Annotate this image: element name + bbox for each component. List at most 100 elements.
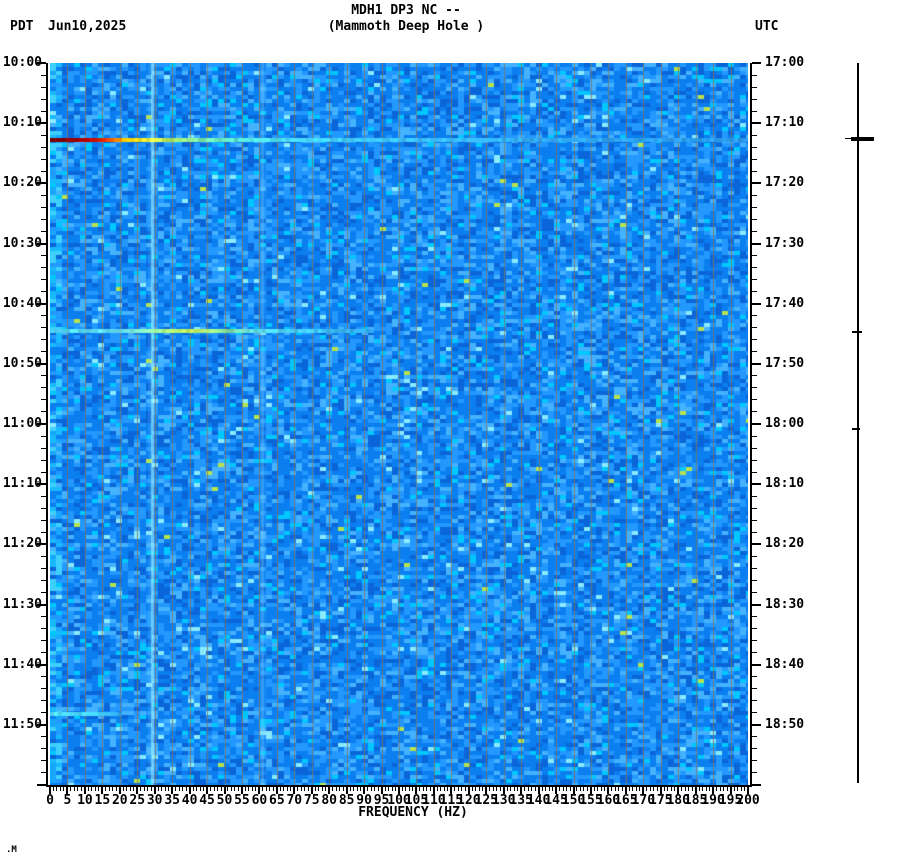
left-time-tick xyxy=(41,700,46,702)
left-time-tick xyxy=(41,495,46,497)
freq-tick xyxy=(157,786,159,791)
freq-tick xyxy=(98,786,100,791)
freq-tick xyxy=(199,786,201,791)
freq-tick xyxy=(632,786,634,791)
freq-tick xyxy=(593,786,595,791)
left-time-tick xyxy=(41,531,46,533)
left-time-label: 10:00 xyxy=(2,55,42,70)
left-time-label: 11:40 xyxy=(2,656,42,672)
freq-tick xyxy=(395,786,396,791)
right-time-tick xyxy=(752,688,757,690)
freq-tick xyxy=(737,786,739,791)
right-time-tick xyxy=(752,194,757,196)
freq-tick xyxy=(426,786,428,791)
freq-tick xyxy=(367,786,369,791)
freq-tick xyxy=(621,786,623,791)
left-time-tick xyxy=(41,616,46,618)
right-time-tick xyxy=(752,218,757,220)
left-time-tick xyxy=(41,194,46,196)
amplitude-trace-line xyxy=(857,63,859,783)
freq-tick xyxy=(726,786,728,791)
right-time-tick xyxy=(752,339,757,341)
left-time-tick xyxy=(41,218,46,220)
freq-tick xyxy=(360,786,362,791)
right-time-tick xyxy=(752,375,757,377)
freq-tick xyxy=(77,786,79,791)
freq-tick xyxy=(391,786,393,791)
freq-tick xyxy=(471,786,473,791)
freq-tick xyxy=(698,786,700,791)
left-time-tick xyxy=(41,351,46,353)
left-time-tick xyxy=(41,471,46,473)
freq-tick xyxy=(663,786,665,791)
freq-tick xyxy=(723,786,725,791)
freq-tick xyxy=(63,786,65,791)
freq-tick xyxy=(548,786,550,791)
right-time-tick xyxy=(752,62,761,64)
freq-tick xyxy=(586,786,588,791)
right-time-tick xyxy=(752,146,757,148)
freq-tick xyxy=(339,786,341,791)
right-time-tick xyxy=(752,399,757,401)
right-time-tick xyxy=(752,134,757,136)
left-time-tick xyxy=(41,459,46,461)
left-time-tick xyxy=(41,110,46,112)
freq-tick xyxy=(374,786,376,791)
left-time-label: 10:10 xyxy=(2,115,42,131)
freq-tick xyxy=(733,786,735,791)
left-time-tick xyxy=(41,291,46,293)
right-time-tick xyxy=(752,423,761,425)
freq-tick xyxy=(307,786,309,791)
left-time-tick xyxy=(41,267,46,269)
right-time-label: 17:40 xyxy=(765,295,805,311)
freq-tick xyxy=(52,786,54,791)
freq-tick xyxy=(506,786,508,791)
freq-tick xyxy=(457,786,459,791)
freq-tick xyxy=(688,786,690,791)
right-time-tick xyxy=(752,327,757,329)
freq-tick xyxy=(384,786,386,791)
freq-tick xyxy=(220,786,222,791)
freq-tick xyxy=(335,786,337,791)
left-time-tick xyxy=(41,279,46,281)
freq-tick xyxy=(464,786,466,791)
left-time-tick xyxy=(41,206,46,208)
freq-tick xyxy=(618,786,620,791)
freq-tick xyxy=(401,786,403,791)
freq-tick xyxy=(649,786,651,791)
freq-tick xyxy=(517,786,519,791)
freq-tick xyxy=(279,786,281,791)
freq-tick xyxy=(524,786,526,791)
freq-tick xyxy=(639,786,641,791)
freq-tick xyxy=(168,786,170,791)
freq-tick xyxy=(597,786,599,791)
left-time-tick xyxy=(41,315,46,317)
freq-tick xyxy=(583,786,585,791)
right-time-tick xyxy=(752,267,757,269)
left-time-label: 10:40 xyxy=(2,295,42,311)
left-time-tick xyxy=(41,507,46,509)
freq-tick xyxy=(740,786,742,791)
right-time-tick xyxy=(752,447,757,449)
left-time-tick xyxy=(41,411,46,413)
right-time-tick xyxy=(752,255,757,257)
freq-tick xyxy=(628,786,630,791)
freq-tick xyxy=(356,786,358,791)
left-time-tick xyxy=(41,146,46,148)
freq-tick xyxy=(87,786,89,791)
freq-tick xyxy=(332,786,334,791)
freq-tick xyxy=(325,786,327,791)
freq-tick xyxy=(112,786,114,791)
right-time-tick xyxy=(752,351,757,353)
freq-tick xyxy=(140,786,142,791)
left-time-tick xyxy=(41,676,46,678)
freq-tick xyxy=(262,786,264,791)
freq-tick xyxy=(475,786,477,791)
freq-tick xyxy=(147,786,149,791)
freq-tick xyxy=(290,786,292,791)
freq-tick xyxy=(388,786,390,791)
freq-tick xyxy=(405,786,407,791)
freq-tick xyxy=(646,786,648,791)
freq-tick xyxy=(443,786,445,791)
right-time-tick xyxy=(752,279,757,281)
